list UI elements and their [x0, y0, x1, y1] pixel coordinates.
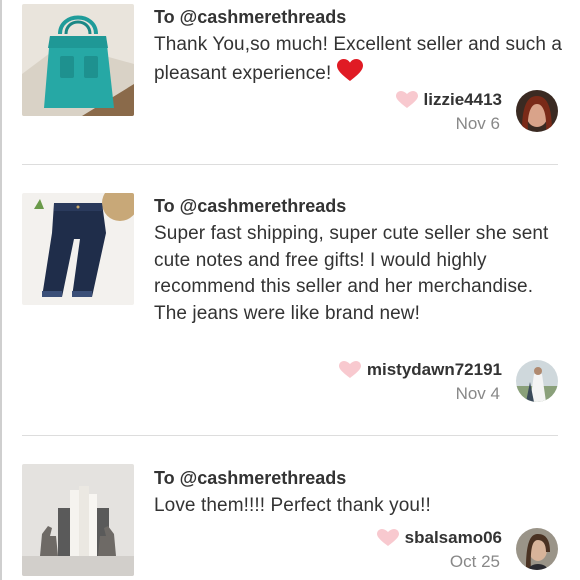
reviewer-avatar[interactable]: [516, 528, 558, 570]
listing-thumbnail-jeans[interactable]: [22, 193, 134, 305]
reviewer-username[interactable]: mistydawn72191: [367, 360, 502, 380]
review-date: Nov 6: [455, 114, 500, 133]
review-message: Thank You,so much! Excellent seller and …: [154, 32, 566, 91]
like-heart-icon[interactable]: [395, 91, 418, 109]
avatar-photo-icon: [516, 90, 558, 132]
avatar-photo-icon: [516, 528, 558, 570]
review-message: Super fast shipping, super cute seller s…: [154, 223, 549, 324]
like-heart-icon[interactable]: [376, 529, 399, 547]
like-heart-icon[interactable]: [338, 361, 361, 379]
avatar-photo-icon: [516, 360, 558, 402]
review-recipient: To @cashmerethreads: [154, 7, 347, 27]
review-message: Love them!!!! Perfect thank you!!: [154, 495, 431, 516]
review-item: To @cashmerethreads Love them!!!! Perfec…: [0, 435, 580, 580]
reviewer-avatar[interactable]: [516, 360, 558, 402]
review-item: To @cashmerethreads Super fast shipping,…: [0, 165, 580, 436]
horse-bookends-icon: [22, 464, 134, 576]
reviewer-avatar[interactable]: [516, 90, 558, 132]
denim-jeans-icon: [22, 193, 134, 305]
review-date: Nov 4: [455, 384, 500, 403]
listing-thumbnail-bookends[interactable]: [22, 464, 134, 576]
reviewer-username[interactable]: sbalsamo06: [405, 528, 502, 548]
listing-thumbnail-tote-bag[interactable]: [22, 4, 134, 116]
red-heart-emoji-icon: [337, 58, 364, 92]
review-recipient: To @cashmerethreads: [154, 196, 347, 216]
review-recipient: To @cashmerethreads: [154, 468, 347, 488]
teal-tote-bag-icon: [22, 4, 134, 116]
review-date: Oct 25: [449, 552, 500, 571]
review-item: To @cashmerethreads Thank You,so much! E…: [0, 0, 580, 165]
reviewer-username[interactable]: lizzie4413: [424, 90, 502, 110]
